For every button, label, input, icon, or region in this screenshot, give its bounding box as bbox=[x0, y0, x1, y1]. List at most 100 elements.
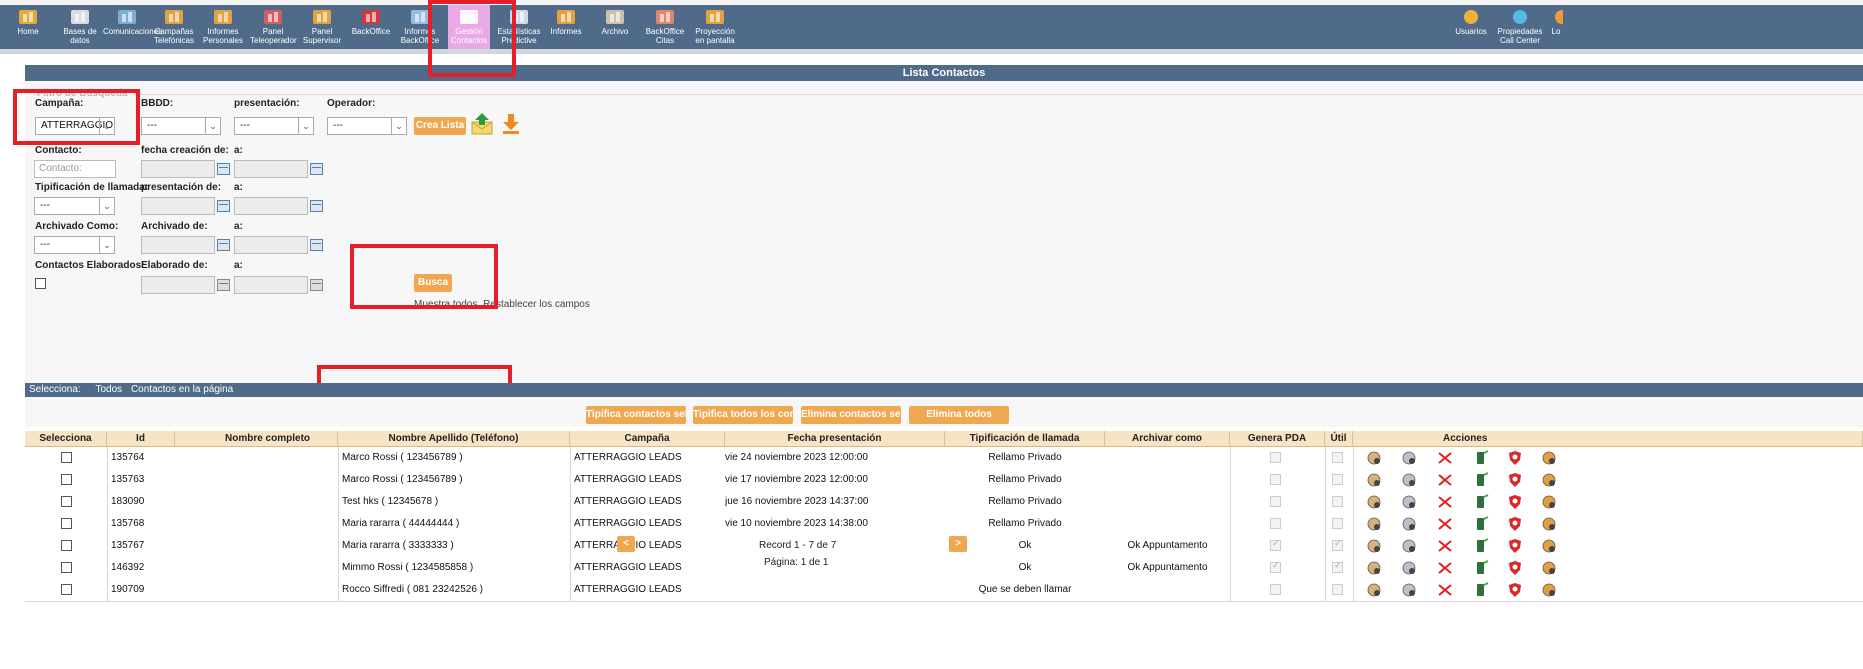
shield-icon[interactable] bbox=[1507, 538, 1523, 554]
edit-contact-icon[interactable] bbox=[1401, 560, 1417, 576]
view-contact-icon[interactable] bbox=[1366, 582, 1382, 598]
archived-as-select[interactable]: --- ⌄ bbox=[34, 236, 115, 254]
presentation-select[interactable]: --- ⌄ bbox=[234, 117, 314, 135]
edit-contact-icon[interactable] bbox=[1401, 494, 1417, 510]
row-select-checkbox[interactable] bbox=[61, 474, 72, 485]
nav-item-informes[interactable]: Informes bbox=[546, 5, 586, 49]
row-select-checkbox[interactable] bbox=[61, 452, 72, 463]
phone-call-icon[interactable] bbox=[1473, 450, 1489, 466]
calendar-icon[interactable] bbox=[217, 200, 230, 212]
shield-icon[interactable] bbox=[1507, 450, 1523, 466]
nav-item-bases-de-datos[interactable]: Bases de datos bbox=[57, 5, 103, 49]
elaborated-to-input[interactable] bbox=[234, 276, 308, 294]
archived-from-input[interactable] bbox=[141, 236, 215, 254]
shield-icon[interactable] bbox=[1507, 560, 1523, 576]
nav-item-proyección-en-pantalla[interactable]: Proyección en pantalla bbox=[690, 5, 740, 49]
delete-contact-icon[interactable] bbox=[1437, 494, 1453, 510]
transfer-user-icon[interactable] bbox=[1541, 560, 1557, 576]
phone-call-icon[interactable] bbox=[1473, 472, 1489, 488]
view-contact-icon[interactable] bbox=[1366, 472, 1382, 488]
nav-item-propiedades-call-center[interactable]: Propiedades Call Center bbox=[1497, 5, 1543, 49]
next-page-button[interactable]: > bbox=[949, 536, 967, 552]
delete-contact-icon[interactable] bbox=[1437, 538, 1453, 554]
edit-contact-icon[interactable] bbox=[1401, 538, 1417, 554]
reset-fields-link[interactable]: Restablecer los campos bbox=[483, 299, 590, 310]
delete-contact-icon[interactable] bbox=[1437, 582, 1453, 598]
column-header[interactable]: Genera PDA bbox=[1230, 431, 1325, 446]
delete-contact-icon[interactable] bbox=[1437, 472, 1453, 488]
calendar-icon[interactable] bbox=[217, 163, 230, 175]
nav-item-comunicaciones[interactable]: Comunicaciones bbox=[103, 5, 162, 49]
archived-to-input[interactable] bbox=[234, 236, 308, 254]
transfer-user-icon[interactable] bbox=[1541, 494, 1557, 510]
shield-icon[interactable] bbox=[1507, 516, 1523, 532]
delete-contact-icon[interactable] bbox=[1437, 516, 1453, 532]
operator-select[interactable]: --- ⌄ bbox=[327, 117, 407, 135]
presentation-from-input[interactable] bbox=[141, 197, 215, 215]
calendar-icon[interactable] bbox=[217, 239, 230, 251]
row-select-checkbox[interactable] bbox=[61, 584, 72, 595]
phone-call-icon[interactable] bbox=[1473, 494, 1489, 510]
transfer-user-icon[interactable] bbox=[1541, 582, 1557, 598]
nav-item-campañas-telefónicas[interactable]: Campañas Telefónicas bbox=[150, 5, 198, 49]
table-row[interactable]: 135763 Marco Rossi ( 123456789 ) ATTERRAGG… bbox=[25, 469, 1863, 492]
column-header[interactable]: Fecha presentación bbox=[725, 431, 945, 446]
create-list-button[interactable]: Crea Lista bbox=[414, 117, 466, 135]
table-row[interactable]: 135764 Marco Rossi ( 123456789 ) ATTERRAGG… bbox=[25, 447, 1863, 470]
calendar-icon[interactable] bbox=[310, 200, 323, 212]
elaborated-contacts-checkbox[interactable] bbox=[35, 278, 46, 289]
row-select-checkbox[interactable] bbox=[61, 518, 72, 529]
creation-date-from-input[interactable] bbox=[141, 160, 215, 178]
table-row[interactable]: 135768 Maria rararra ( 44444444 ) ATTERRAG… bbox=[25, 513, 1863, 536]
calendar-icon[interactable] bbox=[310, 239, 323, 251]
column-header[interactable]: Selecciona bbox=[25, 431, 107, 446]
table-row[interactable]: 190709 Rocco Siffredi ( 081 23242526 ) ATT… bbox=[25, 579, 1863, 602]
typify-all-button[interactable]: Tipifica todos los contac bbox=[693, 406, 793, 424]
calendar-icon[interactable] bbox=[310, 279, 323, 291]
typify-selected-button[interactable]: Tipifica contactos selec bbox=[586, 406, 686, 424]
select-all-link[interactable]: Todos bbox=[95, 384, 122, 395]
delete-contact-icon[interactable] bbox=[1437, 560, 1453, 576]
search-button[interactable]: Busca bbox=[414, 274, 452, 292]
nav-item-estadísticas-predictive[interactable]: Estadísticas Predictive bbox=[497, 5, 541, 49]
table-row[interactable]: 135767 Maria rararra ( 3333333 ) ATTERRAGG… bbox=[25, 535, 1863, 558]
column-header[interactable]: Campaña bbox=[570, 431, 725, 446]
column-header[interactable]: Id bbox=[107, 431, 175, 446]
shield-icon[interactable] bbox=[1507, 582, 1523, 598]
calendar-icon[interactable] bbox=[310, 163, 323, 175]
upload-mail-icon[interactable] bbox=[470, 112, 494, 136]
view-contact-icon[interactable] bbox=[1366, 516, 1382, 532]
nav-item-gestión-contactos[interactable]: Gestión Contactos bbox=[448, 5, 490, 49]
shield-icon[interactable] bbox=[1507, 472, 1523, 488]
view-contact-icon[interactable] bbox=[1366, 450, 1382, 466]
select-page-link[interactable]: Contactos en la página bbox=[131, 384, 233, 395]
contact-input[interactable]: Contacto: bbox=[34, 160, 116, 178]
creation-date-to-input[interactable] bbox=[234, 160, 308, 178]
transfer-user-icon[interactable] bbox=[1541, 538, 1557, 554]
nav-item-home[interactable]: Home bbox=[10, 5, 46, 49]
transfer-user-icon[interactable] bbox=[1541, 450, 1557, 466]
table-row[interactable]: 183090 Test hks ( 12345678 ) ATTERRAGGIO L… bbox=[25, 491, 1863, 514]
nav-item-archivo[interactable]: Archivo bbox=[594, 5, 636, 49]
nav-item-panel-supervisor[interactable]: Panel Supervisor bbox=[299, 5, 345, 49]
delete-all-button[interactable]: Elimina todos bbox=[909, 406, 1009, 424]
column-header[interactable]: Nombre Apellido (Teléfono) bbox=[338, 431, 570, 446]
elaborated-from-input[interactable] bbox=[141, 276, 215, 294]
transfer-user-icon[interactable] bbox=[1541, 516, 1557, 532]
column-header[interactable]: Tipificación de llamada bbox=[945, 431, 1105, 446]
phone-call-icon[interactable] bbox=[1473, 516, 1489, 532]
edit-contact-icon[interactable] bbox=[1401, 516, 1417, 532]
table-row[interactable]: 146392 Mimmo Rossi ( 1234585858 ) ATTERRAG… bbox=[25, 557, 1863, 580]
nav-item-informes-personales[interactable]: Informes Personales bbox=[200, 5, 246, 49]
download-icon[interactable] bbox=[501, 113, 521, 135]
column-header[interactable]: Útil bbox=[1325, 431, 1353, 446]
row-select-checkbox[interactable] bbox=[61, 496, 72, 507]
view-contact-icon[interactable] bbox=[1366, 538, 1382, 554]
row-select-checkbox[interactable] bbox=[61, 540, 72, 551]
nav-item-backoffice[interactable]: BackOffice bbox=[349, 5, 393, 49]
nav-item-panel-teleoperador[interactable]: Panel Teleoperador bbox=[250, 5, 297, 49]
show-all-link[interactable]: Muestra todos bbox=[414, 299, 477, 310]
edit-contact-icon[interactable] bbox=[1401, 472, 1417, 488]
prev-page-button[interactable]: < bbox=[617, 536, 635, 552]
row-select-checkbox[interactable] bbox=[61, 562, 72, 573]
